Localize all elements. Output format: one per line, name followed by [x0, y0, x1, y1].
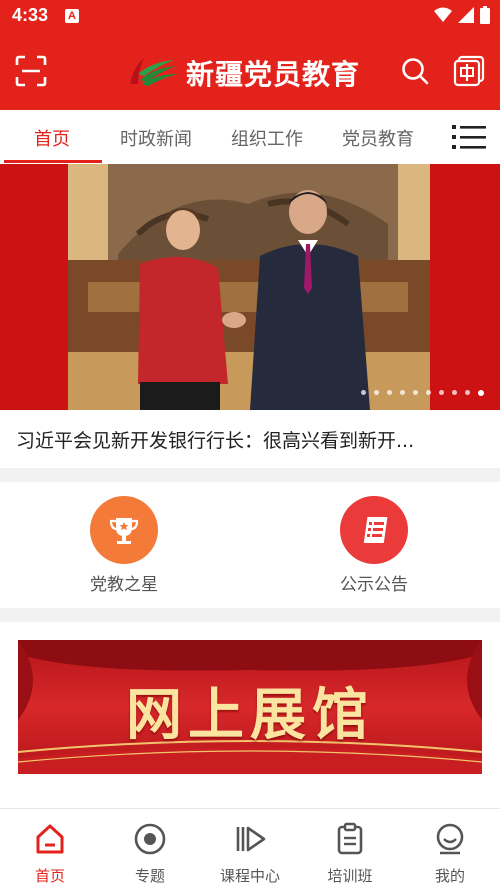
menu-icon[interactable] — [452, 124, 486, 150]
news-photo — [68, 164, 430, 410]
carousel-dot[interactable] — [400, 390, 405, 395]
app-logo-icon — [130, 58, 178, 86]
news-carousel[interactable] — [0, 164, 500, 410]
nav-label: 培训班 — [327, 867, 373, 885]
nav-profile[interactable]: 我的 — [400, 821, 500, 886]
app-title: 新疆党员教育 — [186, 58, 361, 91]
battery-icon — [480, 6, 490, 24]
profile-icon — [436, 823, 464, 855]
carousel-dot[interactable] — [413, 390, 418, 395]
nav-label: 专题 — [134, 867, 165, 885]
notification-icon: A — [65, 9, 79, 23]
quick-entry-announcements[interactable]: 公示公告 — [314, 496, 434, 595]
quick-entry-panel: 党教之星 公示公告 — [0, 482, 500, 608]
nav-topics[interactable]: 专题 — [100, 821, 200, 886]
search-icon[interactable] — [400, 56, 430, 86]
clipboard-icon — [337, 822, 363, 855]
nav-label: 首页 — [34, 867, 65, 885]
carousel-dot[interactable] — [465, 390, 470, 395]
quick-entry-party-star[interactable]: 党教之星 — [64, 496, 184, 595]
online-exhibition-title: 网上展馆 — [126, 682, 374, 748]
signal-icon — [458, 7, 474, 23]
carousel-dot[interactable] — [452, 390, 457, 395]
tab-home[interactable]: 首页 — [34, 125, 70, 151]
language-switch-icon[interactable] — [452, 54, 486, 88]
nav-course-center[interactable]: 课程中心 — [200, 821, 300, 886]
active-tab-indicator — [4, 160, 102, 163]
quick-entry-label: 公示公告 — [340, 575, 408, 595]
headline-card[interactable]: 习近平会见新开发银行行长：很高兴看到新开... — [0, 410, 500, 468]
nav-training-class[interactable]: 培训班 — [300, 821, 400, 886]
carousel-dot[interactable] — [439, 390, 444, 395]
tab-organization-work[interactable]: 组织工作 — [231, 125, 303, 151]
scan-icon[interactable] — [14, 54, 48, 88]
trophy-icon — [90, 496, 158, 564]
category-tab-bar: 首页 时政新闻 组织工作 党员教育 — [0, 110, 500, 164]
wifi-icon — [434, 7, 452, 22]
carousel-dot[interactable] — [374, 390, 379, 395]
online-exhibition-card: 网上展馆 — [0, 622, 500, 808]
carousel-dot-active[interactable] — [478, 390, 484, 396]
status-bar: 4:33 A — [0, 0, 500, 34]
tab-current-news[interactable]: 时政新闻 — [120, 125, 192, 151]
nav-label: 课程中心 — [219, 867, 280, 885]
topic-icon — [134, 823, 166, 855]
quick-entry-label: 党教之星 — [90, 575, 158, 595]
app-screen: 4:33 A 新疆党员教育 首页 时政新闻 组织工作 党员教育 习近平会见新开发… — [0, 0, 500, 889]
tab-member-education[interactable]: 党员教育 — [342, 125, 414, 151]
home-icon — [36, 824, 64, 854]
carousel-dot[interactable] — [361, 390, 366, 395]
play-course-icon — [236, 826, 266, 852]
bottom-navigation: 首页 专题 课程中心 培训班 我的 — [0, 808, 500, 889]
document-list-icon — [340, 496, 408, 564]
nav-label: 我的 — [434, 867, 465, 885]
news-headline[interactable]: 习近平会见新开发银行行长：很高兴看到新开... — [16, 426, 486, 453]
app-header: 新疆党员教育 — [0, 34, 500, 110]
carousel-indicator — [361, 390, 484, 396]
carousel-dot[interactable] — [387, 390, 392, 395]
status-icons — [434, 6, 490, 24]
online-exhibition-banner[interactable]: 网上展馆 — [18, 640, 482, 774]
carousel-dot[interactable] — [426, 390, 431, 395]
nav-home[interactable]: 首页 — [0, 821, 100, 886]
status-time: 4:33 — [12, 5, 49, 25]
